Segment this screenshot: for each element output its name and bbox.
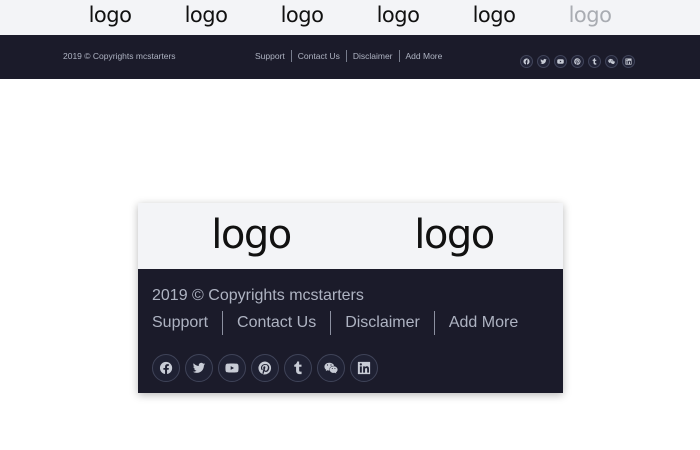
top-social-icons <box>520 55 639 68</box>
tumblr-icon <box>294 361 302 375</box>
contact-us-link[interactable]: Contact Us <box>290 50 346 62</box>
twitter-social-button[interactable] <box>185 354 213 382</box>
footer-links: Support Contact Us Disclaimer Add More <box>152 311 532 335</box>
card-footer: 2019 © Copyrights mcstarters Support Con… <box>138 269 563 393</box>
facebook-social-button[interactable] <box>520 55 533 68</box>
facebook-icon <box>523 58 530 65</box>
logo[interactable]: logo <box>471 2 517 28</box>
footer-card: logo logo 2019 © Copyrights mcstarters S… <box>138 203 563 393</box>
logo[interactable]: logo <box>206 213 296 257</box>
card-social-icons <box>152 354 383 382</box>
footer-links: Support Contact Us Disclaimer Add More <box>249 50 448 62</box>
add-more-link[interactable]: Add More <box>433 311 532 335</box>
contact-us-link[interactable]: Contact Us <box>222 311 330 335</box>
youtube-icon <box>225 363 239 373</box>
logo[interactable]: logo <box>375 2 421 28</box>
wechat-social-button[interactable] <box>317 354 345 382</box>
youtube-social-button[interactable] <box>218 354 246 382</box>
logo[interactable]: logo <box>279 2 325 28</box>
facebook-icon <box>159 361 173 375</box>
wechat-icon <box>608 58 615 65</box>
copyright-text: 2019 © Copyrights mcstarters <box>152 287 364 304</box>
pinterest-icon <box>574 58 581 65</box>
pinterest-social-button[interactable] <box>251 354 279 382</box>
logo-faded[interactable]: logo <box>567 2 613 28</box>
tumblr-icon <box>592 58 597 65</box>
pinterest-social-button[interactable] <box>571 55 584 68</box>
disclaimer-link[interactable]: Disclaimer <box>345 50 399 62</box>
page: logo logo logo logo logo logo 2019 © Cop… <box>0 0 700 450</box>
twitter-social-button[interactable] <box>537 55 550 68</box>
tumblr-social-button[interactable] <box>284 354 312 382</box>
tumblr-social-button[interactable] <box>588 55 601 68</box>
wechat-social-button[interactable] <box>605 55 618 68</box>
top-logo-strip: logo logo logo logo logo logo <box>0 0 700 35</box>
card-logo-strip: logo logo <box>138 203 563 269</box>
disclaimer-link[interactable]: Disclaimer <box>330 311 434 335</box>
youtube-icon <box>557 59 564 64</box>
linkedin-social-button[interactable] <box>622 55 635 68</box>
support-link[interactable]: Support <box>152 311 222 335</box>
twitter-icon <box>192 362 206 373</box>
facebook-social-button[interactable] <box>152 354 180 382</box>
add-more-link[interactable]: Add More <box>398 50 449 62</box>
wechat-icon <box>324 362 338 374</box>
logo[interactable]: logo <box>183 2 229 28</box>
logo[interactable]: logo <box>87 2 133 28</box>
logo[interactable]: logo <box>409 213 499 257</box>
linkedin-icon <box>625 58 632 65</box>
pinterest-icon <box>258 361 272 375</box>
support-link[interactable]: Support <box>249 50 291 62</box>
youtube-social-button[interactable] <box>554 55 567 68</box>
linkedin-icon <box>357 361 371 375</box>
linkedin-social-button[interactable] <box>350 354 378 382</box>
twitter-icon <box>540 58 547 64</box>
copyright-text: 2019 © Copyrights mcstarters <box>63 51 176 61</box>
